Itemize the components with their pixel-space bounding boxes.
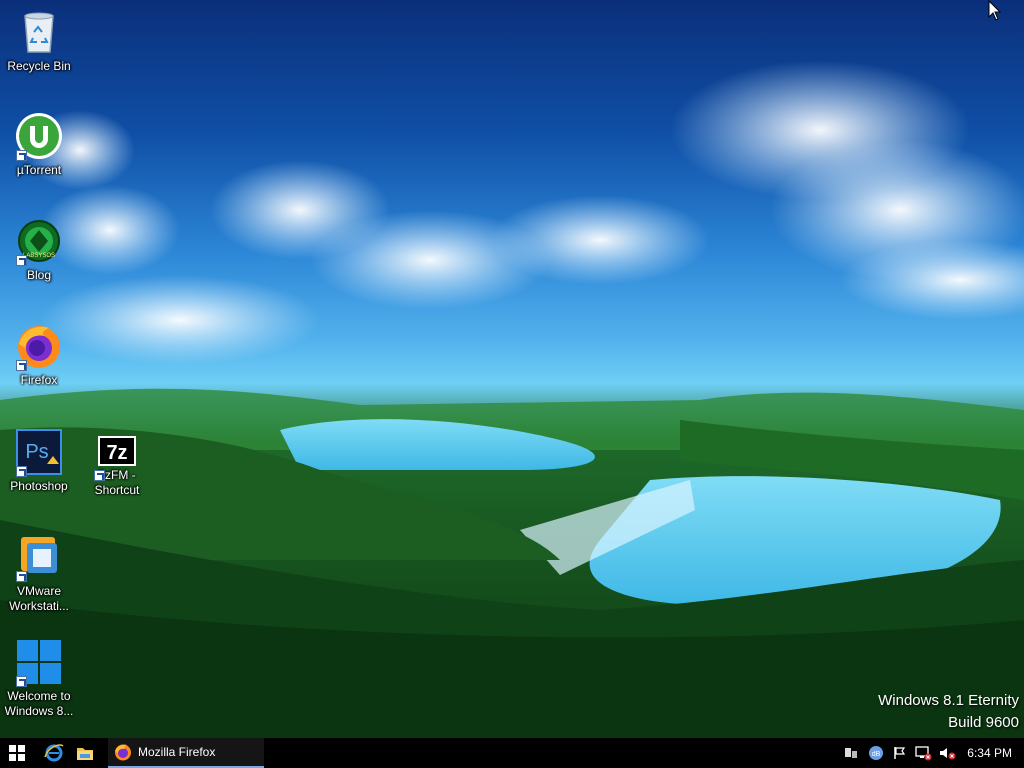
flag-icon (894, 747, 906, 759)
vmware-icon (15, 533, 63, 582)
recycle-bin-icon (15, 8, 63, 56)
shortcut-arrow-icon (16, 571, 27, 582)
desktop-icon-firefox[interactable]: Firefox (0, 322, 78, 388)
tray-network[interactable] (912, 738, 934, 768)
device-icon (845, 748, 857, 758)
icon-label: Welcome to Windows 8... (4, 689, 74, 718)
icon-label: Recycle Bin (7, 59, 71, 73)
firefox-icon (115, 744, 131, 761)
blog-badge-text: LABSYSOS (23, 253, 55, 259)
icon-label: Photoshop (10, 479, 68, 493)
mouse-cursor-icon (988, 0, 1002, 21)
desktop[interactable]: Recycle Bin µTorrent LABSYSOS Blog Firef… (0, 0, 1024, 738)
desktop-icon-vmware[interactable]: VMware Workstati... (0, 533, 78, 614)
start-button[interactable] (0, 738, 34, 768)
icon-label: µTorrent (16, 163, 62, 177)
shortcut-arrow-icon (16, 466, 27, 477)
7zip-glyph: 7z (106, 442, 127, 464)
tray-volume[interactable] (936, 738, 958, 768)
desktop-icon-welcome-windows[interactable]: Welcome to Windows 8... (0, 638, 78, 719)
audio-badge-icon: dB (869, 746, 883, 760)
start-icon (9, 745, 25, 761)
desktop-icon-blog[interactable]: LABSYSOS Blog (0, 217, 78, 283)
desktop-icon-photoshop[interactable]: Ps Photoshop (0, 428, 78, 494)
tray-badge-text: dB (872, 751, 881, 758)
blog-icon: LABSYSOS (15, 217, 63, 266)
firefox-icon (15, 322, 63, 371)
wallpaper-image (0, 60, 1024, 738)
icon-label: Firefox (20, 373, 58, 387)
watermark-edition: Windows 8.1 Eternity (878, 692, 1019, 709)
windows-version-watermark: Windows 8.1 Eternity Build 9600 (878, 690, 1019, 734)
internet-explorer-button[interactable] (38, 738, 70, 768)
shortcut-arrow-icon (16, 360, 27, 371)
desktop-icon-7zfm[interactable]: 7z 7zFM - Shortcut (78, 432, 156, 498)
network-icon (915, 746, 932, 761)
windows-logo-icon (15, 638, 63, 687)
desktop-icon-utorrent[interactable]: µTorrent (0, 112, 78, 178)
desktop-icon-recycle-bin[interactable]: Recycle Bin (0, 8, 78, 74)
tray-network-device[interactable] (840, 738, 862, 768)
shortcut-arrow-icon (94, 470, 105, 481)
shortcut-arrow-icon (16, 255, 27, 266)
taskbar: Mozilla Firefox dB 6:34 PM (0, 738, 1024, 768)
shortcut-arrow-icon (16, 676, 27, 687)
volume-muted-icon (940, 748, 956, 760)
7zip-icon: 7z (93, 432, 141, 481)
file-explorer-icon (77, 748, 93, 760)
photoshop-icon: Ps (15, 428, 63, 477)
taskbar-window-title: Mozilla Firefox (138, 745, 216, 759)
internet-explorer-icon (44, 744, 64, 762)
utorrent-icon (15, 112, 63, 161)
tray-audio-badge[interactable]: dB (865, 738, 887, 768)
icon-label: VMware Workstati... (9, 584, 69, 613)
taskbar-firefox-window[interactable]: Mozilla Firefox (108, 738, 264, 768)
shortcut-arrow-icon (16, 150, 27, 161)
file-explorer-button[interactable] (70, 738, 100, 768)
tray-action-center[interactable] (889, 738, 911, 768)
taskbar-clock[interactable]: 6:34 PM (967, 738, 1012, 768)
watermark-build: Build 9600 (948, 714, 1019, 731)
photoshop-glyph: Ps (25, 441, 48, 463)
icon-label: Blog (26, 268, 52, 282)
